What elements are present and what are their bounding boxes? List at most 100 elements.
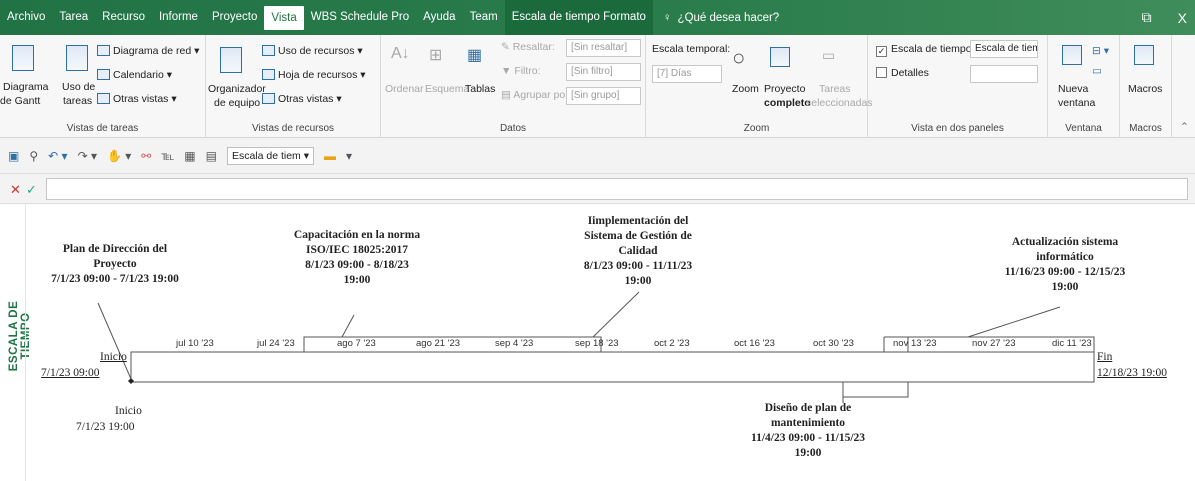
entire-project-icon [770,47,790,67]
callout-plan-direccion[interactable]: Plan de Dirección del Proyecto 7/1/23 09… [40,242,190,287]
resource-sheet-button[interactable]: Hoja de recursos ▾ [262,69,366,81]
other-resource-views-button[interactable]: Otras vistas ▾ [262,93,342,105]
timeline-pane: ESCALA DE TIEMPO jul 10 '23 jul 24 '23 a… [0,204,1195,481]
finish-label[interactable]: Fin [1097,350,1112,365]
view-selector-combo[interactable]: Escala de tiem ▾ [226,146,315,165]
network-diagram-icon [97,45,110,56]
cancel-entry-icon[interactable]: ✕ [10,182,21,198]
split-icon[interactable]: ▭ [1092,65,1102,77]
tab-proyecto[interactable]: Proyecto [205,0,264,35]
highlight-dropdown[interactable]: [Sin resaltar] [566,39,641,57]
timeline-bar[interactable] [130,351,1095,383]
tab-escala-formato[interactable]: Escala de tiempo Formato [504,0,653,35]
calendar-icon [97,69,110,80]
tell-me-box[interactable]: ♀ ¿Qué desea hacer? [663,12,779,24]
callout-actualizacion[interactable]: Actualización sistema informático 11/16/… [990,235,1140,295]
task-usage-icon [66,45,88,71]
tab-informe[interactable]: Informe [152,0,205,35]
selected-tasks-line1[interactable]: Tareas [819,83,851,95]
lightbulb-icon: ♀ [662,11,672,24]
pin-icon[interactable]: ⚲ [29,149,38,163]
customize-qat-icon[interactable]: ▾ [346,149,352,163]
gantt-button-line2[interactable]: de Gantt [0,95,40,107]
timeline-view-dropdown[interactable]: Escala de tiem [970,40,1038,58]
callout-iimplementacion[interactable]: Iimplementación del Sistema de Gestión d… [563,214,713,289]
sheet-icon[interactable]: ▤ [206,149,217,163]
group-dos-paneles: ✓ Escala de tiempo Escala de tiem Detalle… [868,35,1048,138]
group-by-label: ▤ Agrupar por: [501,89,572,101]
tell-me-text: ¿Qué desea hacer? [677,11,780,24]
tick-label: dic 11 '23 [1052,338,1092,349]
group-label-dos-paneles: Vista en dos paneles [911,123,1004,134]
sort-button[interactable]: Ordenar [385,83,424,95]
tab-ayuda[interactable]: Ayuda [416,0,462,35]
group-vistas-recursos: Organizador de equipo Uso de recursos ▾ … [206,35,381,138]
start-label[interactable]: Inicio [100,350,127,365]
callout-line-actualizacion [967,306,1061,338]
network-diagram-button[interactable]: Diagrama de red ▾ [97,45,199,57]
arrange-icon[interactable]: ⊟ ▾ [1092,45,1109,57]
callout-capacitacion[interactable]: Capacitación en la norma ISO/IEC 18025:2… [277,228,437,288]
other-views-icon [97,93,110,104]
other-task-views-button[interactable]: Otras vistas ▾ [97,93,177,105]
close-icon[interactable]: X [1178,10,1187,26]
group-zoom: Escala temporal: [7] Días ○ Zoom Proyect… [646,35,873,138]
unchecked-icon [876,67,887,78]
entire-project-line2[interactable]: completo [764,97,811,109]
link-tasks-icon[interactable]: ⚯ [141,149,151,163]
touch-mode-icon[interactable]: ✋ ▾ [107,149,131,163]
restore-icon[interactable]: ⧉ [1142,9,1152,26]
tick-label: sep 18 '23 [575,338,619,349]
highlight-label: ✎ Resaltar: [501,41,555,53]
new-window-line2[interactable]: ventana [1058,97,1095,109]
group-by-dropdown[interactable]: [Sin grupo] [566,87,641,105]
tab-archivo[interactable]: Archivo [0,0,52,35]
gantt-button-line1[interactable]: Diagrama [3,81,49,93]
group-vistas-tareas: Diagrama de Gantt Uso de tareas Diagrama… [0,35,206,138]
filter-label: ▼ Filtro: [501,65,541,77]
undo-icon[interactable]: ↶ ▾ [48,149,67,163]
details-checkbox[interactable]: Detalles [876,67,929,79]
redo-icon[interactable]: ↷ ▾ [78,149,97,163]
filter-dropdown[interactable]: [Sin filtro] [566,63,641,81]
new-window-icon [1062,45,1082,65]
task-usage-line2[interactable]: tareas [63,95,92,107]
outline-button[interactable]: Esquema [425,83,469,95]
callout-diseno-mantenimiento[interactable]: Diseño de plan de mantenimiento 11/4/23 … [733,401,883,461]
task-usage-line1[interactable]: Uso de [62,81,95,93]
timeline-checkbox[interactable]: ✓ Escala de tiempo [876,43,972,57]
entry-bar: ✕ ✓ [0,174,1195,204]
grid-icon[interactable]: ▦ [184,149,195,163]
save-icon[interactable]: ▣ [8,149,19,163]
zoom-button[interactable]: Zoom [732,83,759,95]
milestone-date: 7/1/23 19:00 [76,421,135,433]
open-folder-icon[interactable]: ▬ [324,149,336,163]
team-planner-line2[interactable]: de equipo [214,97,260,109]
tables-button[interactable]: Tablas [465,83,495,95]
team-planner-icon [220,47,242,73]
tab-tarea[interactable]: Tarea [52,0,95,35]
finish-date[interactable]: 12/18/23 19:00 [1097,366,1167,381]
tab-recurso[interactable]: Recurso [95,0,152,35]
task-bracket-diseno[interactable] [842,381,909,398]
confirm-entry-icon[interactable]: ✓ [26,182,37,198]
new-window-line1[interactable]: Nueva [1058,83,1088,95]
collapse-ribbon-icon[interactable]: ⌃ [1180,121,1189,133]
start-date[interactable]: 7/1/23 09:00 [41,366,99,381]
tab-wbs-schedule-pro[interactable]: WBS Schedule Pro [304,0,416,35]
text-icon[interactable]: ℡ [161,149,174,163]
resource-usage-button[interactable]: Uso de recursos ▾ [262,45,363,57]
entire-project-line1[interactable]: Proyecto [764,83,805,95]
group-macros: Macros Macros [1120,35,1172,138]
tab-team[interactable]: Team [463,0,505,35]
calendar-button[interactable]: Calendario ▾ [97,69,172,81]
team-planner-line1[interactable]: Organizador [208,83,266,95]
macros-button[interactable]: Macros [1128,83,1162,95]
callout-line-plan [97,302,132,380]
checked-icon: ✓ [876,46,887,57]
tab-vista[interactable]: Vista [264,5,304,30]
entry-field[interactable] [46,178,1188,200]
timescale-dropdown[interactable]: [7] Días [652,65,722,83]
details-view-dropdown[interactable] [970,65,1038,83]
selected-tasks-line2[interactable]: seleccionadas [806,97,873,109]
